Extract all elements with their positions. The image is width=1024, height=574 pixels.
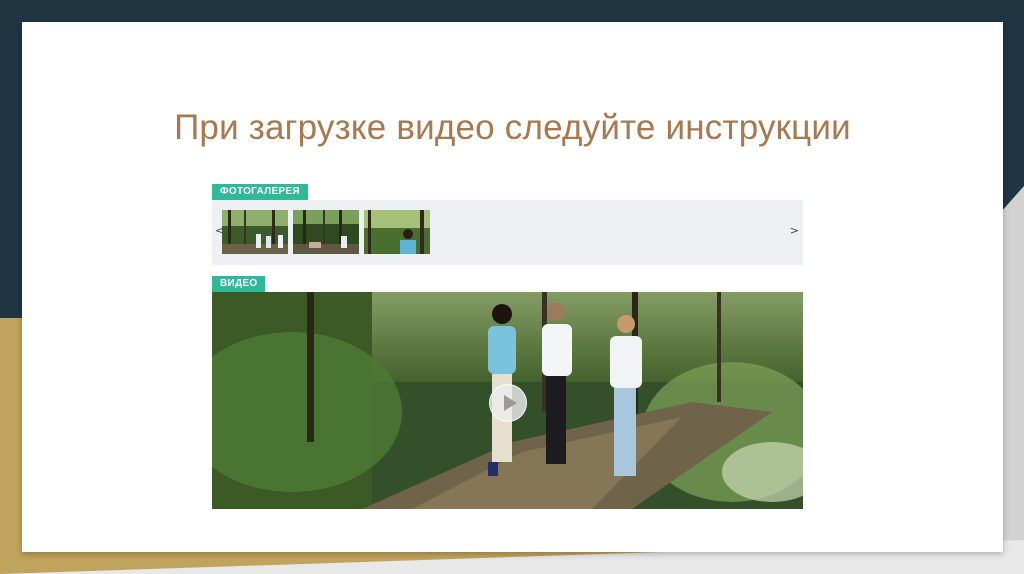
forest-photo-icon xyxy=(293,210,359,254)
gallery-next-arrow[interactable]: > xyxy=(790,224,799,237)
forest-photo-icon xyxy=(364,210,430,254)
gallery-thumbnail-1[interactable] xyxy=(222,210,288,254)
photo-gallery: < > xyxy=(212,200,803,265)
slide-title: При загрузке видео следуйте инструкции xyxy=(174,108,851,147)
gallery-thumbnail-2[interactable] xyxy=(293,210,359,254)
slide: При загрузке видео следуйте инструкции Ф… xyxy=(22,22,1003,552)
forest-photo-icon xyxy=(222,210,288,254)
gallery-thumbnail-3[interactable] xyxy=(364,210,430,254)
video-tag: ВИДЕО xyxy=(212,276,266,292)
play-icon xyxy=(504,395,517,411)
photo-gallery-tag: ФОТОГАЛЕРЕЯ xyxy=(212,184,308,200)
video-player[interactable] xyxy=(212,292,803,509)
play-button[interactable] xyxy=(489,384,527,422)
